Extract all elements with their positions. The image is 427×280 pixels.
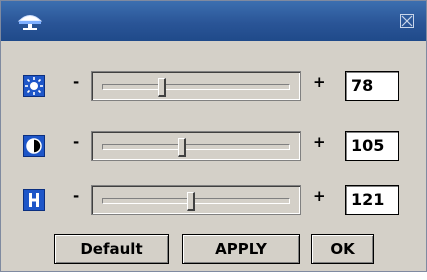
contrast-value-field[interactable]: 105: [345, 131, 399, 161]
hue-row: - + 121: [1, 181, 426, 217]
display-monitor-icon: [15, 10, 45, 32]
decrease-label: -: [73, 187, 80, 205]
title-bar: [1, 1, 426, 41]
close-icon: [401, 15, 413, 27]
contrast-row: - + 105: [1, 127, 426, 163]
brightness-value-field[interactable]: 78: [345, 71, 399, 101]
hue-icon: [23, 189, 45, 211]
apply-button[interactable]: APPLY: [182, 234, 300, 264]
decrease-label: -: [73, 73, 80, 91]
default-button[interactable]: Default: [54, 234, 169, 264]
contrast-icon: [23, 135, 45, 157]
slider-groove: [102, 198, 290, 204]
slider-groove: [102, 144, 290, 150]
brightness-slider[interactable]: [91, 71, 301, 101]
slider-groove: [102, 84, 290, 90]
hue-slider[interactable]: [91, 185, 301, 215]
contrast-slider[interactable]: [91, 131, 301, 161]
brightness-icon: [23, 75, 45, 97]
increase-label: +: [313, 73, 326, 91]
increase-label: +: [313, 187, 326, 205]
slider-thumb[interactable]: [177, 138, 186, 157]
decrease-label: -: [73, 133, 80, 151]
brightness-row: - + 78: [1, 67, 426, 103]
slider-thumb[interactable]: [157, 78, 166, 97]
slider-thumb[interactable]: [186, 192, 195, 211]
adjust-dialog: - + 78 - + 105 - + 121 Default APPLY OK: [0, 0, 427, 272]
close-button[interactable]: [400, 14, 414, 28]
ok-button[interactable]: OK: [311, 234, 374, 264]
increase-label: +: [313, 133, 326, 151]
hue-value-field[interactable]: 121: [345, 185, 399, 215]
